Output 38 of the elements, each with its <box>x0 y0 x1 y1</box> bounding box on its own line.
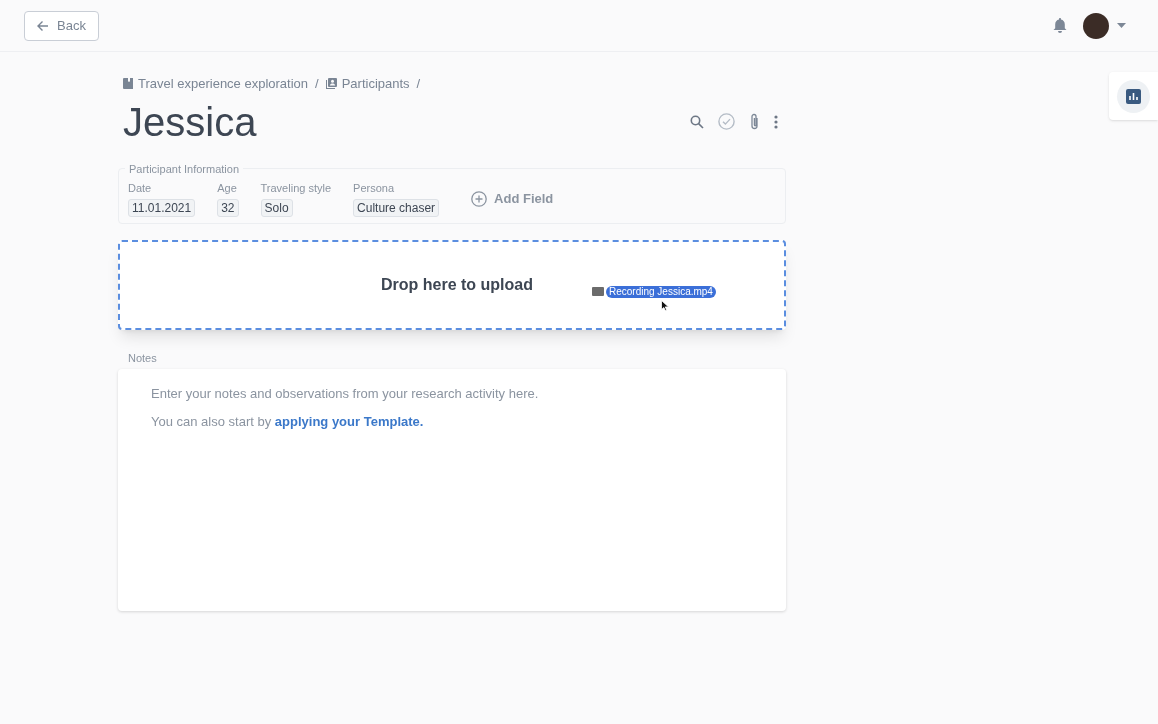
field-label: Traveling style <box>260 180 332 196</box>
back-button[interactable]: Back <box>24 10 99 41</box>
page-title: Jessica <box>123 98 257 146</box>
arrow-left-icon <box>37 19 49 32</box>
book-icon <box>123 78 133 90</box>
upload-dropzone[interactable]: Drop here to upload Recording Jessica.mp4 <box>118 239 786 330</box>
notes-placeholder-line: Enter your notes and observations from your research activity here. <box>151 385 540 403</box>
bar-chart-icon <box>1126 88 1141 104</box>
cursor-icon <box>661 299 669 311</box>
add-field-button[interactable]: Add Field <box>471 188 554 209</box>
breadcrumb-separator: / <box>315 75 319 93</box>
field-value[interactable]: 11.01.2021 <box>128 199 196 218</box>
field-value[interactable]: Solo <box>260 199 293 218</box>
caret-icon[interactable] <box>1117 23 1126 28</box>
field-label: Persona <box>353 180 396 196</box>
notes-template-line: You can also start by applying your Template. <box>151 412 425 431</box>
notes-editor[interactable]: Enter your notes and observations from your research activity here. You can also start by applying your Template. <box>118 369 786 611</box>
paperclip-icon[interactable] <box>749 112 760 131</box>
avatar[interactable] <box>1083 12 1109 39</box>
side-panel-tab[interactable] <box>1109 72 1158 120</box>
dragged-file-chip: Recording Jessica.mp4 <box>606 285 716 298</box>
more-vertical-icon[interactable] <box>774 114 778 129</box>
plus-circle-icon <box>471 190 488 207</box>
bell-icon[interactable] <box>1053 17 1067 34</box>
template-link[interactable]: applying your Template. <box>274 413 424 429</box>
notes-label: Notes <box>128 350 158 366</box>
breadcrumb-separator: / <box>416 75 421 93</box>
field-value[interactable]: 32 <box>217 199 239 218</box>
contacts-icon <box>325 78 337 90</box>
field-value[interactable]: Culture chaser <box>353 199 440 218</box>
breadcrumb-link[interactable]: Travel experience exploration <box>138 74 309 94</box>
search-icon[interactable] <box>690 114 704 129</box>
breadcrumb-link[interactable]: Participants <box>341 74 410 94</box>
check-circle-icon[interactable] <box>718 113 735 130</box>
field-label: Date <box>128 180 153 196</box>
dropzone-message: Drop here to upload <box>381 274 533 295</box>
video-thumbnail <box>592 287 604 296</box>
field-label: Age <box>217 180 238 196</box>
